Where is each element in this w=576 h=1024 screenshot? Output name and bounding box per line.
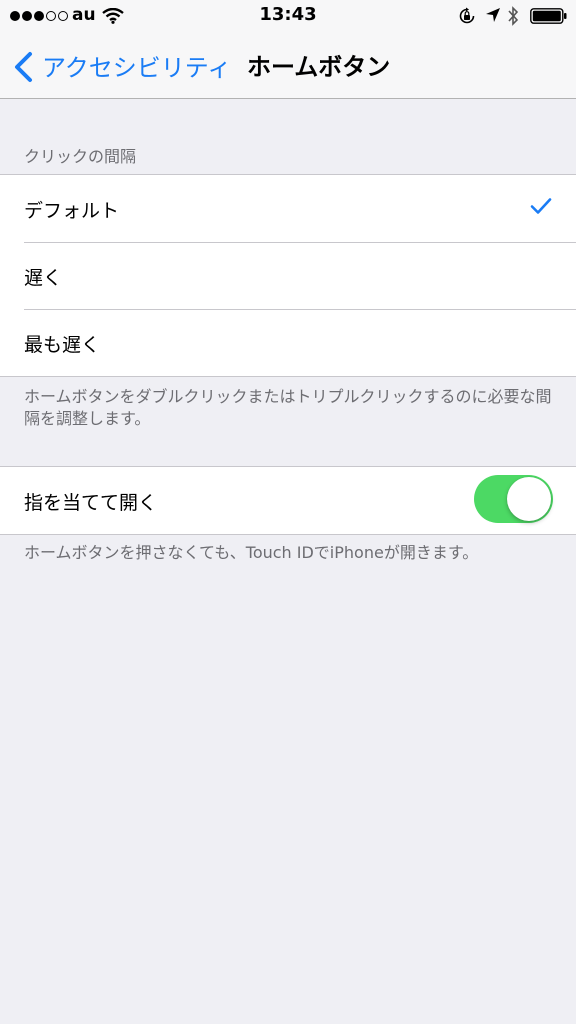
- rest-finger-toggle[interactable]: [474, 475, 553, 523]
- rest-finger-group: 指を当てて開く: [0, 466, 576, 535]
- click-speed-header: クリックの間隔: [24, 147, 137, 166]
- option-label: 遅く: [24, 267, 63, 289]
- rest-finger-footer: ホームボタンを押さなくても、Touch IDでiPhoneが開きます。: [24, 543, 479, 562]
- click-speed-group: デフォルト 遅く 最も遅く: [0, 174, 576, 377]
- checkmark-icon: [530, 197, 552, 219]
- status-bar: au 13:43: [0, 0, 576, 32]
- option-label: 最も遅く: [24, 334, 101, 356]
- back-chevron-icon[interactable]: [12, 51, 34, 87]
- navigation-bar: アクセシビリティ ホームボタン: [0, 32, 576, 98]
- bluetooth-icon: [506, 5, 520, 31]
- back-button[interactable]: アクセシビリティ: [42, 48, 231, 83]
- option-label: デフォルト: [24, 200, 120, 222]
- top-bar: au 13:43 アクセシビリティ ホームボタン: [0, 0, 576, 99]
- toggle-knob: [507, 477, 551, 521]
- location-arrow-icon: [485, 7, 501, 27]
- click-speed-footer: ホームボタンをダブルクリックまたはトリプルクリックするのに必要な間隔を調整します…: [24, 387, 552, 428]
- rotation-lock-icon: [458, 7, 476, 29]
- option-slow[interactable]: 遅く: [0, 242, 576, 309]
- page-title: ホームボタン: [247, 53, 391, 81]
- battery-icon: [530, 8, 568, 28]
- rest-finger-row: 指を当てて開く: [0, 467, 576, 534]
- option-slowest[interactable]: 最も遅く: [0, 309, 576, 376]
- rest-finger-label: 指を当てて開く: [24, 492, 158, 514]
- option-default[interactable]: デフォルト: [0, 175, 576, 242]
